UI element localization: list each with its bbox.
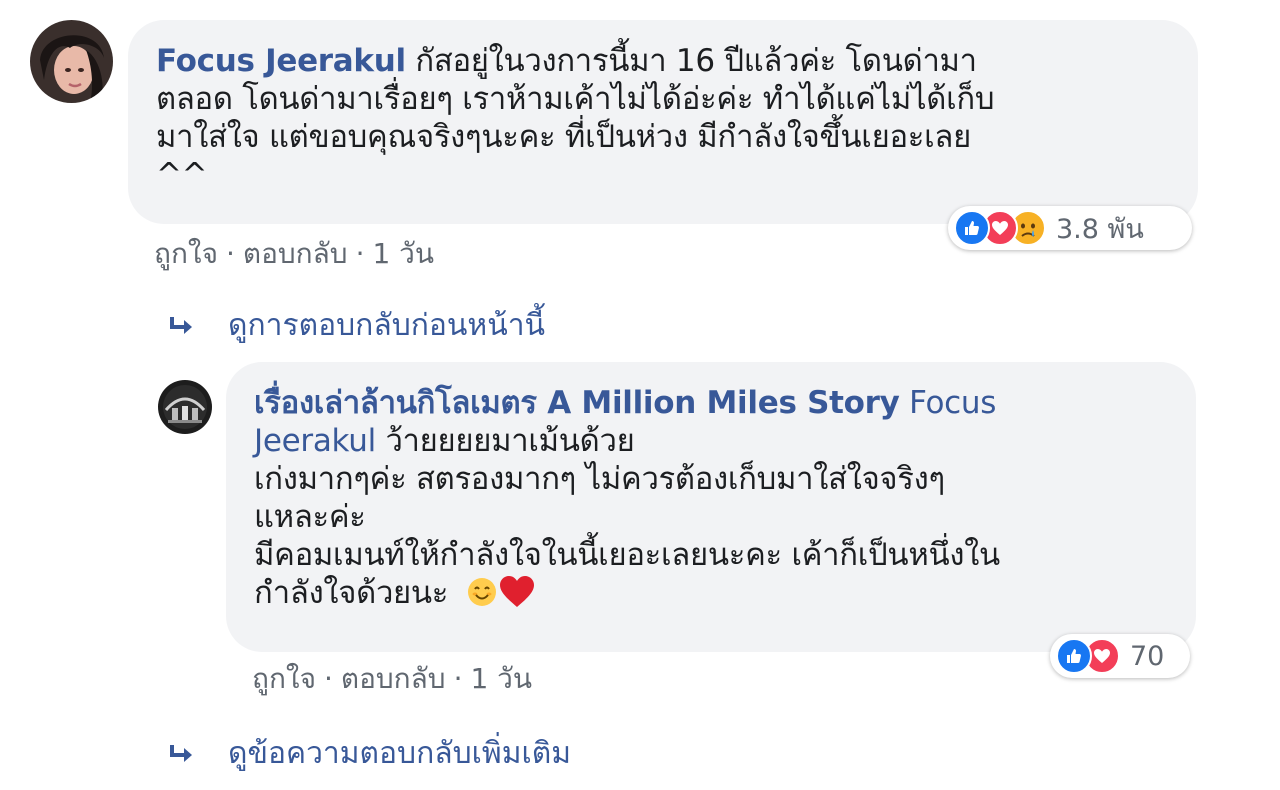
reply-link[interactable]: ตอบกลับ (341, 662, 446, 695)
separator: · (453, 662, 463, 695)
reply-text: ว้ายยยยมาเม้นด้วย (385, 423, 635, 459)
reply-arrow-icon (170, 316, 192, 334)
like-link[interactable]: ถูกใจ (252, 662, 316, 695)
reply-line-1: เรื่องเล่าล้านกิโลเมตร A Million Miles S… (254, 384, 1166, 422)
separator: · (225, 237, 235, 270)
reply-author-link[interactable]: เรื่องเล่าล้านกิโลเมตร A Million Miles S… (254, 385, 900, 421)
mention-link[interactable]: Jeerakul (254, 423, 376, 459)
comment-line-1: Focus Jeerakul กัสอยู่ในวงการนี้มา 16 ปี… (156, 42, 1168, 80)
reply-last-line: กำลังใจด้วยนะ (254, 574, 1166, 612)
smile-emoji (467, 578, 496, 606)
view-more-replies-label: ดูข้อความตอบกลับเพิ่มเติม (228, 736, 571, 771)
comment-text: ^^ (156, 157, 208, 193)
comment-text: กัสอยู่ในวงการนี้มา 16 ปีแล้วค่ะ โดนด่าม… (415, 43, 977, 79)
reaction-count: 3.8 พัน (1056, 213, 1144, 245)
reply-text: มีคอมเมนท์ให้กำลังใจในนี้เยอะเลยนะคะ เค้… (254, 537, 1000, 573)
timestamp-link[interactable]: 1 วัน (470, 662, 532, 695)
comment-text: มาใส่ใจ แต่ขอบคุณจริงๆนะคะ ที่เป็นห่วง ม… (156, 119, 971, 155)
reaction-count: 70 (1130, 640, 1165, 672)
comment-bubble: Focus Jeerakul กัสอยู่ในวงการนี้มา 16 ปี… (128, 20, 1198, 224)
like-icon (954, 210, 990, 246)
reactions-summary[interactable]: 70 (1050, 634, 1190, 678)
reply-arrow-icon (170, 744, 192, 762)
commenter-avatar[interactable] (30, 20, 113, 103)
like-link[interactable]: ถูกใจ (154, 237, 218, 270)
separator: · (323, 662, 333, 695)
reply-bubble: เรื่องเล่าล้านกิโลเมตร A Million Miles S… (226, 362, 1196, 652)
page-avatar[interactable] (158, 380, 212, 434)
separator: · (355, 237, 365, 270)
reply-text: แหละค่ะ (254, 499, 366, 535)
comment-author-link[interactable]: Focus Jeerakul (156, 43, 406, 79)
reply-text: เก่งมากๆค่ะ สตรองมากๆ ไม่ควรต้องเก็บมาใส… (254, 461, 945, 497)
mention-link[interactable]: Focus (909, 385, 996, 421)
reply-text: กำลังใจด้วยนะ (254, 575, 449, 611)
comment-actions: ถูกใจ · ตอบกลับ · 1 วัน (154, 232, 434, 276)
view-previous-replies-label: ดูการตอบกลับก่อนหน้านี้ (228, 308, 546, 343)
timestamp-link[interactable]: 1 วัน (372, 237, 434, 270)
view-more-replies-link[interactable]: ดูข้อความตอบกลับเพิ่มเติม (166, 730, 571, 777)
reactions-summary[interactable]: 3.8 พัน (948, 206, 1192, 250)
like-icon (1056, 638, 1092, 674)
reply-link[interactable]: ตอบกลับ (243, 237, 348, 270)
reply-line-2: Jeerakul ว้ายยยยมาเม้นด้วย (254, 422, 1166, 460)
heart-emoji (499, 576, 534, 607)
reply-actions: ถูกใจ · ตอบกลับ · 1 วัน (252, 657, 532, 701)
view-previous-replies-link[interactable]: ดูการตอบกลับก่อนหน้านี้ (166, 302, 545, 349)
comment-text: ตลอด โดนด่ามาเรื่อยๆ เราห้ามเค้าไม่ได้อ่… (156, 81, 995, 117)
